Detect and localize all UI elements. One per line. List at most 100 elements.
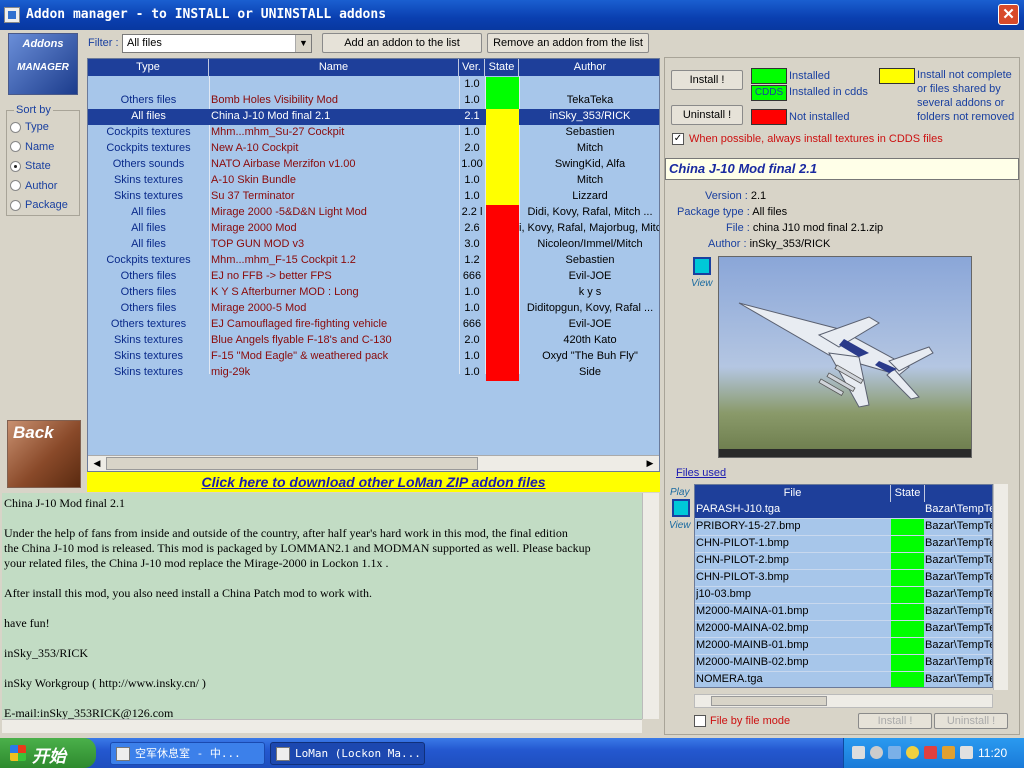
- table-row[interactable]: Others files EJ no FFB -> better FPS 666 Ev…: [88, 269, 659, 285]
- column-header-state[interactable]: State: [485, 59, 519, 76]
- cell-author: Sebastien: [565, 126, 615, 138]
- add-addon-button[interactable]: Add an addon to the list: [322, 33, 482, 53]
- table-row[interactable]: All files Mirage 2000 Mod 2.6 i, Kovy, Rafa…: [88, 221, 659, 237]
- file-row[interactable]: CHN-PILOT-2.bmp Bazar\TempTe: [695, 553, 992, 570]
- table-row[interactable]: Cockpits textures Mhm...mhm_F-15 Cockpit …: [88, 253, 659, 269]
- file-row[interactable]: M2000-MAINA-02.bmp Bazar\TempTe: [695, 621, 992, 638]
- file-row[interactable]: PARASH-J10.tga Bazar\TempTe: [695, 502, 992, 519]
- install-button[interactable]: Install !: [671, 70, 743, 90]
- keyboard-icon[interactable]: [852, 746, 865, 759]
- filter-dropdown[interactable]: All files ▼: [122, 34, 312, 53]
- cdds-checkbox[interactable]: ✓: [672, 133, 684, 145]
- play-image-icon[interactable]: [672, 499, 690, 517]
- files-column-header-file[interactable]: File: [695, 485, 891, 502]
- files-column-header-path[interactable]: [925, 485, 992, 502]
- cell-state: [485, 237, 519, 253]
- addon-screenshot: [718, 256, 972, 458]
- scroll-left-icon[interactable]: ◀: [89, 457, 105, 470]
- addon-table-horizontal-scrollbar[interactable]: ◀ ▶: [88, 455, 659, 471]
- files-column-header-state[interactable]: State: [891, 485, 925, 502]
- sort-option[interactable]: Package: [10, 199, 68, 215]
- download-addons-link[interactable]: Click here to download other LoMan ZIP a…: [87, 472, 660, 492]
- table-row[interactable]: Cockpits textures New A-10 Cockpit 2.0 Mitc…: [88, 141, 659, 157]
- table-row[interactable]: All files TOP GUN MOD v3 3.0 Nicoleon/Immel…: [88, 237, 659, 253]
- column-header-version[interactable]: Ver.: [459, 59, 485, 76]
- state-indicator: [486, 317, 519, 333]
- volume-icon[interactable]: [960, 746, 973, 759]
- files-used-link[interactable]: Files used: [676, 467, 726, 479]
- remove-addon-button[interactable]: Remove an addon from the list: [487, 33, 649, 53]
- file-row[interactable]: M2000-MAINB-02.bmp Bazar\TempTe: [695, 655, 992, 672]
- table-row[interactable]: Skins textures Su 37 Terminator 1.0 Lizzard: [88, 189, 659, 205]
- view-image-icon[interactable]: [693, 257, 711, 275]
- files-vertical-scrollbar[interactable]: [993, 484, 1008, 690]
- install-files-button[interactable]: Install !: [858, 713, 932, 729]
- radio-button[interactable]: [10, 180, 21, 192]
- radio-button[interactable]: [10, 141, 21, 153]
- description-line: E-mail:inSky_353RICK@126.com: [4, 706, 174, 719]
- qq-icon[interactable]: [906, 746, 919, 759]
- taskbar-item[interactable]: 空军休息室 - 中...: [110, 742, 265, 765]
- security-icon[interactable]: [942, 746, 955, 759]
- table-row[interactable]: Cockpits textures Mhm...mhm_Su-27 Cockpit…: [88, 125, 659, 141]
- start-button[interactable]: 开始: [0, 738, 96, 768]
- table-row[interactable]: Skins textures mig-29k 1.0 Side: [88, 365, 659, 381]
- scrollbar-thumb[interactable]: [711, 696, 827, 706]
- file-row[interactable]: M2000-MAINA-01.bmp Bazar\TempTe: [695, 604, 992, 621]
- column-header-type[interactable]: Type: [88, 59, 209, 76]
- close-button[interactable]: ✕: [998, 4, 1019, 25]
- file-row[interactable]: CHN-PILOT-3.bmp Bazar\TempTe: [695, 570, 992, 587]
- back-button[interactable]: Back: [7, 420, 81, 488]
- cell-file: CHN-PILOT-2.bmp: [696, 554, 789, 566]
- cell-state: [485, 125, 519, 141]
- cell-type: Cockpits textures: [106, 142, 191, 154]
- network-icon[interactable]: [888, 746, 901, 759]
- column-header-author[interactable]: Author: [519, 59, 659, 76]
- cell-name: TOP GUN MOD v3: [211, 238, 305, 250]
- table-row[interactable]: Skins textures F-15 "Mod Eagle" & weather…: [88, 349, 659, 365]
- radio-button[interactable]: [10, 199, 21, 211]
- cell-name: Mirage 2000 Mod: [211, 222, 297, 234]
- files-horizontal-scrollbar[interactable]: [694, 694, 993, 708]
- table-row[interactable]: All files Mirage 2000 -5&D&N Light Mod 2.2…: [88, 205, 659, 221]
- cell-author: Evil-JOE: [568, 318, 612, 330]
- table-row[interactable]: Others files Bomb Holes Visibility Mod 1.0…: [88, 93, 659, 109]
- sort-option[interactable]: State: [10, 160, 51, 176]
- table-row[interactable]: 1.0: [88, 77, 659, 93]
- file-row[interactable]: PRIBORY-15-27.bmp Bazar\TempTe: [695, 519, 992, 536]
- scroll-right-icon[interactable]: ▶: [642, 457, 658, 470]
- radio-button[interactable]: [10, 160, 21, 172]
- back-arrow-icon[interactable]: [870, 746, 883, 759]
- column-header-name[interactable]: Name: [209, 59, 459, 76]
- sort-option[interactable]: Author: [10, 180, 57, 196]
- radio-button[interactable]: [10, 121, 21, 133]
- scrollbar-thumb[interactable]: [106, 457, 478, 470]
- uninstall-button[interactable]: Uninstall !: [671, 105, 743, 125]
- table-row[interactable]: Others sounds NATO Airbase Merzifon v1.00…: [88, 157, 659, 173]
- table-row[interactable]: Others textures EJ Camouflaged fire-fight…: [88, 317, 659, 333]
- cell-state: [891, 502, 924, 518]
- file-row[interactable]: M2000-MAINB-01.bmp Bazar\TempTe: [695, 638, 992, 655]
- taskbar-item[interactable]: LoMan (Lockon Ma...: [270, 742, 425, 765]
- shield-icon[interactable]: [924, 746, 937, 759]
- file-row[interactable]: j10-03.bmp Bazar\TempTe: [695, 587, 992, 604]
- start-label: 开始: [32, 747, 66, 766]
- chevron-down-icon[interactable]: ▼: [295, 35, 311, 52]
- table-row[interactable]: Others files Mirage 2000-5 Mod 1.0 Diditopg…: [88, 301, 659, 317]
- table-row[interactable]: Others files K Y S Afterburner MOD : Long…: [88, 285, 659, 301]
- sort-option[interactable]: Type: [10, 121, 49, 137]
- file-by-file-checkbox[interactable]: [694, 715, 706, 727]
- file-row[interactable]: NOMERA.tga Bazar\TempTe: [695, 672, 992, 687]
- cell-state: [891, 621, 924, 637]
- addon-table[interactable]: Type Name Ver. State Author 1.0 Others fi…: [87, 58, 660, 472]
- table-row[interactable]: All files China J-10 Mod final 2.1 2.1 inSk…: [88, 109, 659, 125]
- description-vertical-scrollbar[interactable]: [642, 493, 659, 719]
- cell-author: Mitch: [576, 142, 604, 154]
- table-row[interactable]: Skins textures Blue Angels flyable F-18's…: [88, 333, 659, 349]
- table-row[interactable]: Skins textures A-10 Skin Bundle 1.0 Mitch: [88, 173, 659, 189]
- files-used-table[interactable]: File State PARASH-J10.tga Bazar\TempTe PRI…: [694, 484, 993, 688]
- file-row[interactable]: CHN-PILOT-1.bmp Bazar\TempTe: [695, 536, 992, 553]
- description-horizontal-scrollbar[interactable]: [2, 719, 642, 733]
- uninstall-files-button[interactable]: Uninstall !: [934, 713, 1008, 729]
- sort-option[interactable]: Name: [10, 141, 54, 157]
